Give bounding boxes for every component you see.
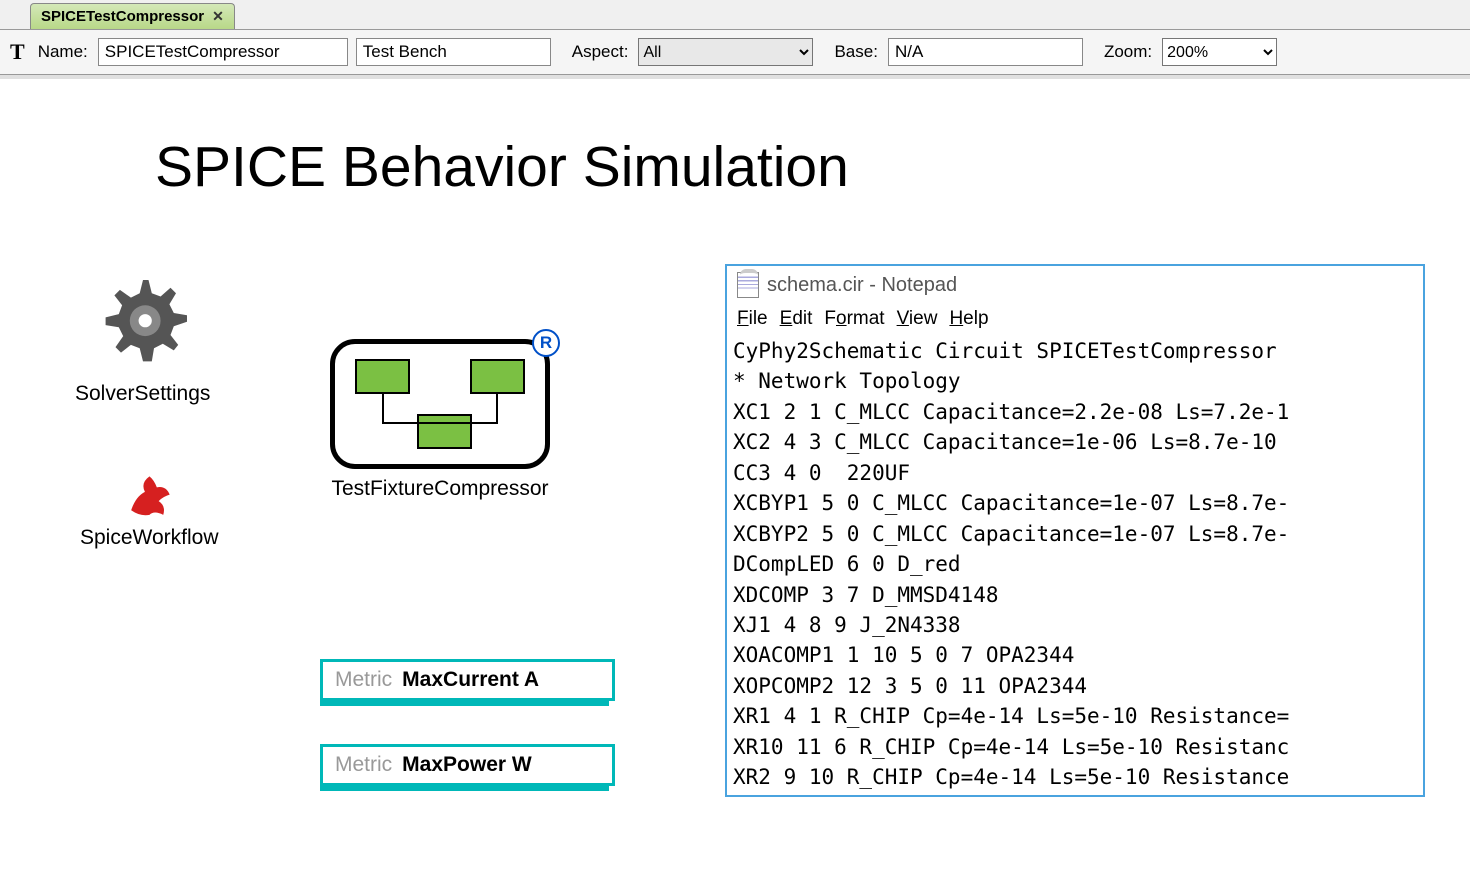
aspect-select[interactable]: All [638,38,813,66]
aspect-label: Aspect: [572,42,629,62]
notepad-icon [737,272,759,298]
tab-bar: SPICETestCompressor ✕ [0,0,1470,30]
metric-maxpower[interactable]: Metric MaxPower W [320,744,615,786]
eagle-icon [122,469,177,524]
notepad-textarea[interactable]: CyPhy2Schematic Circuit SPICETestCompres… [727,334,1423,795]
menu-format[interactable]: Format [824,308,884,330]
toolbar: T Name: Aspect: All Base: Zoom: 200% [0,30,1470,75]
metric-name: MaxCurrent A [402,668,539,692]
spice-workflow-label: SpiceWorkflow [80,526,219,550]
registered-mark-icon: R [532,329,560,357]
type-input[interactable] [356,38,551,66]
name-label: Name: [38,42,88,62]
notepad-titlebar[interactable]: schema.cir - Notepad [727,266,1423,304]
notepad-title: schema.cir - Notepad [767,274,957,297]
zoom-label: Zoom: [1104,42,1152,62]
zoom-select[interactable]: 200% [1162,38,1277,66]
menu-view[interactable]: View [897,308,938,330]
test-fixture-node[interactable]: R TestFixtureCompressor [330,339,550,501]
name-input[interactable] [98,38,348,66]
base-input[interactable] [888,38,1083,66]
menu-file[interactable]: File [737,308,768,330]
notepad-window[interactable]: schema.cir - Notepad File Edit Format Vi… [725,264,1425,797]
menu-edit[interactable]: Edit [780,308,813,330]
tab-close-icon[interactable]: ✕ [212,8,224,25]
fixture-diagram-icon: R [330,339,550,469]
spice-workflow-node[interactable]: SpiceWorkflow [80,469,219,550]
tab-label: SPICETestCompressor [41,8,204,25]
metric-prefix: Metric [335,668,392,692]
solver-settings-label: SolverSettings [75,382,210,406]
gear-icon [88,269,198,379]
canvas-title: SPICE Behavior Simulation [155,134,849,200]
tab-spice-test-compressor[interactable]: SPICETestCompressor ✕ [30,3,235,29]
metric-name: MaxPower W [402,753,532,777]
menu-help[interactable]: Help [949,308,988,330]
metric-maxcurrent[interactable]: Metric MaxCurrent A [320,659,615,701]
metric-prefix: Metric [335,753,392,777]
base-label: Base: [834,42,877,62]
solver-settings-node[interactable]: SolverSettings [75,269,210,406]
canvas[interactable]: SPICE Behavior Simulation SolverSettings… [0,75,1470,880]
notepad-menubar: File Edit Format View Help [727,304,1423,334]
test-fixture-label: TestFixtureCompressor [330,477,550,501]
type-icon: T [10,39,25,65]
